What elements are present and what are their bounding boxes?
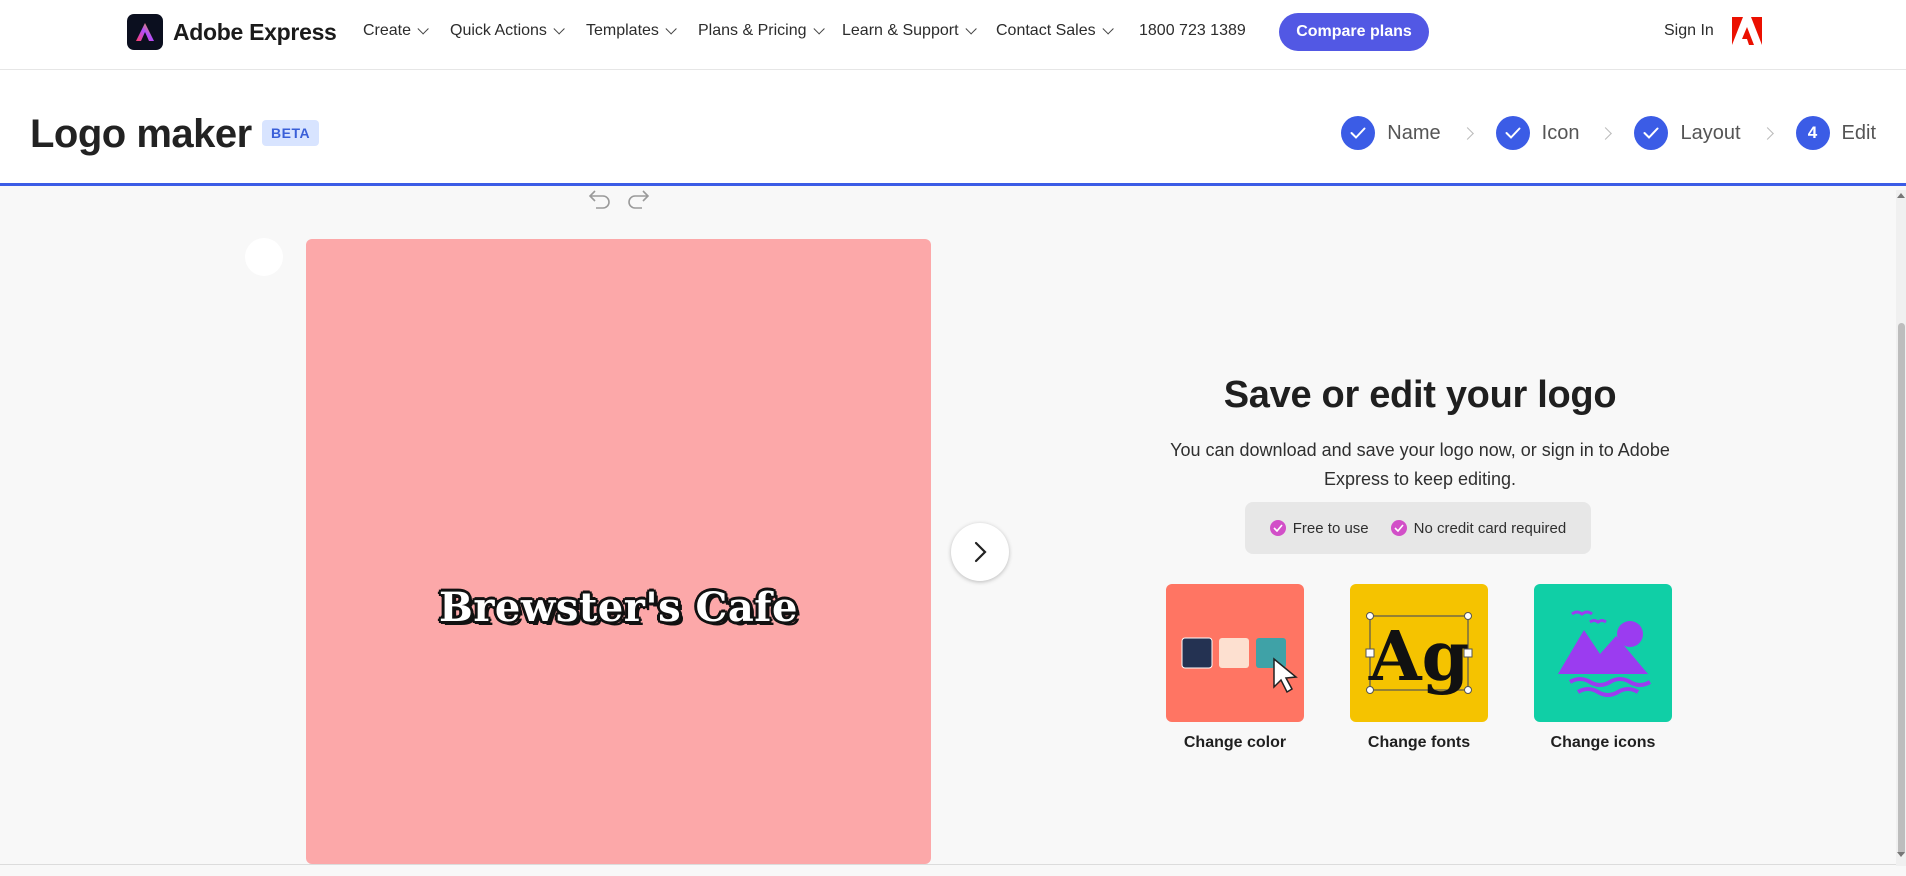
change-icons-label[interactable]: Change icons: [1534, 734, 1672, 752]
change-color-tile[interactable]: [1166, 584, 1304, 722]
nav-learn-support[interactable]: Learn & Support: [842, 22, 977, 40]
scroll-down-icon[interactable]: [1897, 852, 1905, 857]
chevron-right-icon: [1460, 126, 1474, 140]
nav-create[interactable]: Create: [363, 22, 429, 40]
change-fonts-label[interactable]: Change fonts: [1350, 734, 1488, 752]
step-edit-label: Edit: [1841, 121, 1876, 144]
font-glyph-icon: Ag: [1365, 612, 1473, 697]
page-title: Logo maker: [30, 112, 252, 156]
chevron-down-icon: [812, 23, 825, 35]
brand-name: Adobe Express: [173, 18, 337, 45]
bottom-divider: [0, 864, 1896, 865]
chevron-down-icon: [665, 23, 677, 35]
brand[interactable]: Adobe Express: [127, 14, 337, 50]
logo-text[interactable]: Brewster's Cafe: [306, 584, 931, 631]
undo-icon[interactable]: [588, 188, 612, 215]
nav-quick-actions-label: Quick Actions: [450, 22, 547, 39]
nav-create-label: Create: [363, 22, 412, 39]
color-swatches-icon: [1181, 637, 1298, 694]
progress-steps: Name Icon Layout 4 Edit: [1341, 116, 1876, 150]
step-name[interactable]: Name: [1341, 116, 1441, 150]
adobe-express-logo-icon: [127, 14, 163, 50]
nav-plans-pricing-label: Plans & Pricing: [698, 22, 807, 39]
check-icon: [1495, 116, 1530, 150]
nav-contact-sales-label: Contact Sales: [996, 22, 1096, 39]
redo-icon[interactable]: [626, 188, 650, 215]
chevron-right-icon: [1760, 126, 1774, 140]
perk-no-card-label: No credit card required: [1413, 519, 1567, 537]
chevron-down-icon: [553, 23, 565, 35]
svg-text:Ag: Ag: [1368, 617, 1469, 697]
chevron-down-icon: [417, 23, 429, 35]
nav-contact-sales[interactable]: Contact Sales: [996, 22, 1114, 40]
phone-link[interactable]: 1800 723 1389: [1139, 22, 1246, 40]
perks-box: Free to use No credit card required: [1245, 502, 1591, 554]
step-icon-label: Icon: [1541, 121, 1580, 144]
scroll-up-icon[interactable]: [1897, 193, 1905, 198]
chevron-down-icon: [1102, 23, 1114, 35]
page-header: Logo maker BETA Name Icon Layout 4 Edit: [0, 70, 1906, 186]
nav-templates-label: Templates: [586, 22, 659, 39]
chevron-down-icon: [964, 23, 977, 35]
check-icon: [1341, 116, 1376, 150]
change-fonts-tile[interactable]: Ag: [1350, 584, 1488, 722]
step-layout[interactable]: Layout: [1634, 116, 1741, 150]
chevron-right-icon: [974, 541, 987, 563]
perk-free-label: Free to use: [1292, 519, 1369, 537]
perk-free: Free to use: [1269, 519, 1369, 537]
canvas-handle[interactable]: [245, 238, 283, 276]
compare-plans-button[interactable]: Compare plans: [1279, 13, 1429, 51]
adobe-logo-icon[interactable]: [1732, 17, 1762, 50]
change-color-label[interactable]: Change color: [1166, 734, 1304, 752]
logo-canvas[interactable]: Brewster's Cafe: [306, 239, 931, 864]
panel-title: Save or edit your logo: [1223, 374, 1617, 416]
scrollbar-thumb[interactable]: [1898, 323, 1905, 855]
undo-redo-group: [588, 188, 650, 215]
top-navigation: Adobe Express Create Quick Actions Templ…: [0, 0, 1906, 70]
nav-quick-actions[interactable]: Quick Actions: [450, 22, 565, 40]
change-icons-tile[interactable]: [1534, 584, 1672, 722]
nav-learn-support-label: Learn & Support: [842, 22, 959, 39]
nav-plans-pricing[interactable]: Plans & Pricing: [698, 22, 825, 40]
step-layout-label: Layout: [1680, 121, 1741, 144]
beta-badge: BETA: [262, 120, 320, 146]
chevron-right-icon: [1599, 126, 1613, 140]
perk-no-card: No credit card required: [1390, 519, 1567, 537]
panel-description: You can download and save your logo now,…: [1170, 440, 1670, 489]
next-layout-button[interactable]: [951, 523, 1009, 581]
sign-in-link[interactable]: Sign In: [1664, 22, 1714, 40]
check-icon: [1634, 116, 1669, 150]
nav-templates[interactable]: Templates: [586, 22, 677, 40]
mountain-landscape-icon: [1558, 610, 1652, 697]
step-name-label: Name: [1387, 121, 1441, 144]
step-edit[interactable]: 4 Edit: [1795, 116, 1876, 150]
check-circle-icon: [1390, 520, 1407, 536]
step-edit-number: 4: [1795, 116, 1830, 150]
step-icon[interactable]: Icon: [1495, 116, 1580, 150]
check-circle-icon: [1269, 520, 1286, 536]
